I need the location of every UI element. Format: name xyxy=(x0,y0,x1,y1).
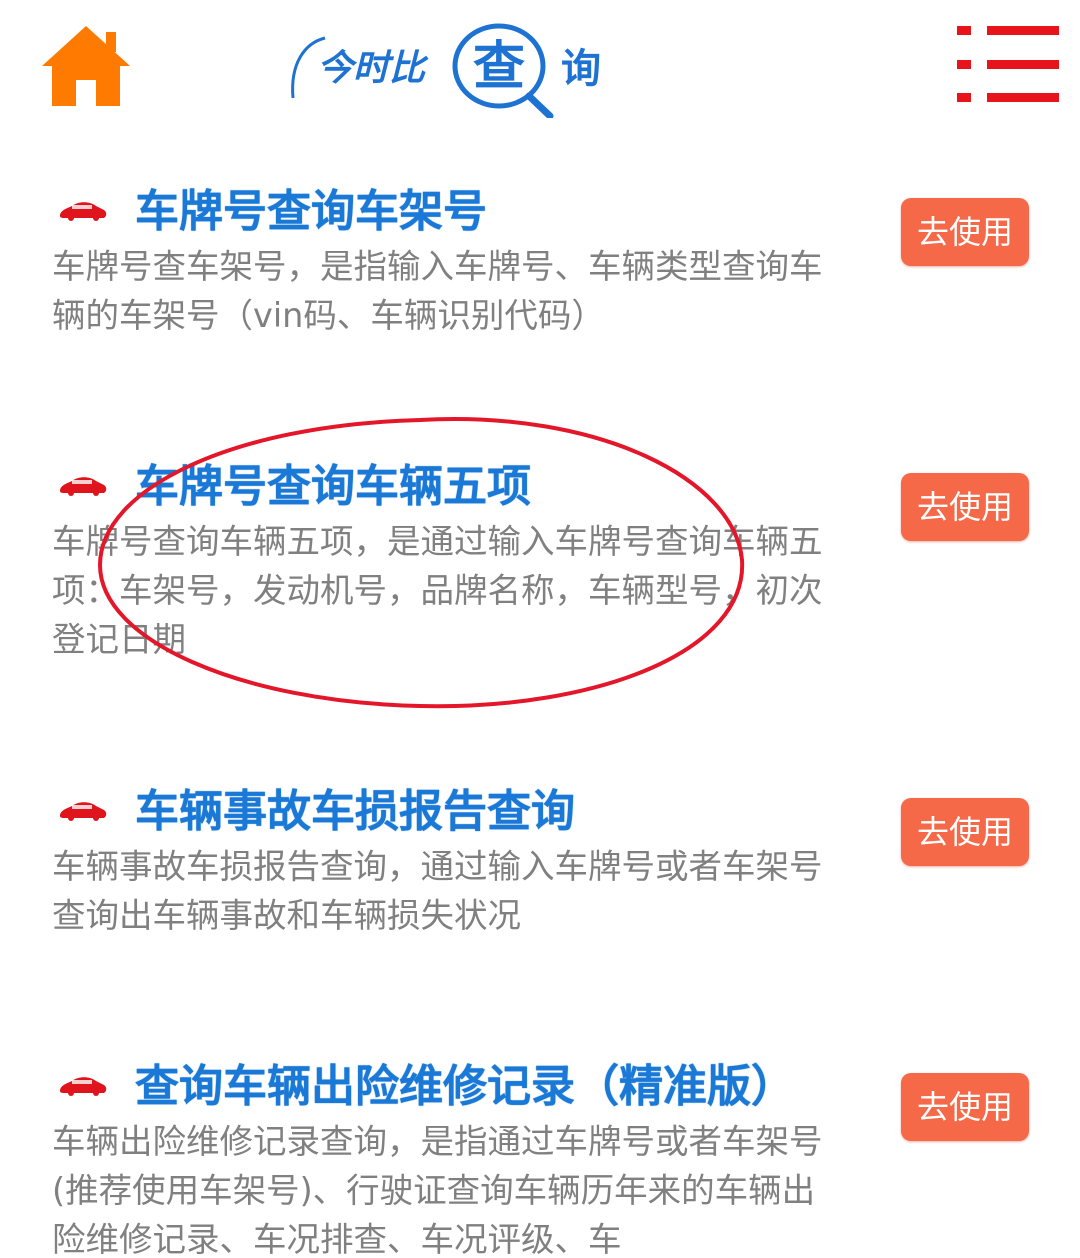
logo-suffix-text: 询 xyxy=(561,46,601,92)
list-menu-icon[interactable] xyxy=(955,22,1061,106)
red-car-icon xyxy=(60,802,107,821)
item-title[interactable]: 车牌号查询车架号 xyxy=(135,184,487,240)
item-title[interactable]: 车牌号查询车辆五项 xyxy=(135,459,531,515)
item-title[interactable]: 查询车辆出险维修记录（精准版） xyxy=(135,1059,795,1115)
use-button[interactable]: 去使用 xyxy=(901,798,1029,866)
use-button[interactable]: 去使用 xyxy=(901,1073,1029,1141)
item-description: 车牌号查询车辆五项，是通过输入车牌号查询车辆五项：车架号，发动机号，品牌名称，车… xyxy=(52,522,823,659)
item-description: 车牌号查车架号，是指输入车牌号、车辆类型查询车辆的车架号（vin码、车辆识别代码… xyxy=(52,247,823,335)
item-description: 车辆出险维修记录查询，是指通过车牌号或者车架号(推荐使用车架号)、行驶证查询车辆… xyxy=(52,1122,823,1258)
logo-emblem-text: 查 xyxy=(473,37,525,97)
use-button[interactable]: 去使用 xyxy=(901,198,1029,266)
red-car-icon xyxy=(60,477,107,496)
site-logo[interactable]: 今时比 查 询 xyxy=(285,18,615,120)
logo-prefix-text: 今时比 xyxy=(317,48,429,89)
home-icon[interactable] xyxy=(40,22,132,110)
item-title[interactable]: 车辆事故车损报告查询 xyxy=(135,784,575,840)
item-description: 车辆事故车损报告查询，通过输入车牌号或者车架号查询出车辆事故和车辆损失状况 xyxy=(52,847,823,935)
red-car-icon xyxy=(60,202,107,221)
red-car-icon xyxy=(60,1077,107,1096)
header-bar: 今时比 查 询 xyxy=(0,0,1080,130)
use-button[interactable]: 去使用 xyxy=(901,473,1029,541)
